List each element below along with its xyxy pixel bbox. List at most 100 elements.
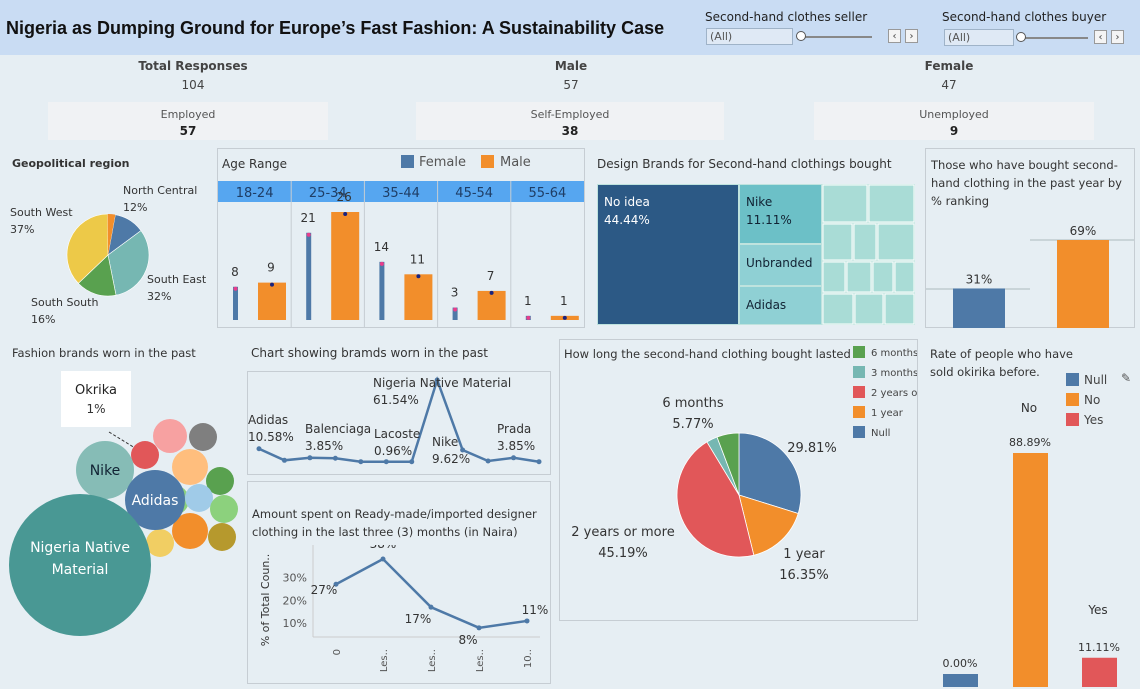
- seller-next-button[interactable]: ›: [905, 29, 918, 43]
- seller-filter-label: Second-hand clothes seller: [705, 10, 868, 24]
- buyer-filter-select[interactable]: (All): [944, 29, 1014, 46]
- seller-prev-button[interactable]: ‹: [888, 29, 901, 43]
- kpi-unemployed-card: Unemployed 9: [814, 102, 1094, 140]
- buyer-prev-button[interactable]: ‹: [1094, 30, 1107, 44]
- kpi-employed-card: Employed 57: [48, 102, 328, 140]
- age-bar-female-1: [306, 232, 312, 320]
- amount-x-tick-3: Les..: [475, 649, 486, 672]
- age-category-3: 45-54: [455, 186, 493, 201]
- tree-value-nike: 11.11%: [746, 213, 792, 227]
- kpi-unemployed-label: Unemployed: [919, 108, 989, 121]
- amount-line-path: [335, 557, 528, 630]
- brands-line-point-9: [485, 458, 491, 464]
- brands-line-point-4: [358, 459, 364, 465]
- lasted-legend-label-1: 3 months: [871, 368, 917, 379]
- geo-pie-chart: North Central 12% South East 32% South South…: [10, 184, 207, 326]
- amount-x-tick-1: Les..: [379, 649, 390, 672]
- age-legend-female-swatch: [401, 155, 414, 168]
- tree-cell-small-9: [822, 293, 854, 325]
- tree-cell-small-0: [822, 184, 868, 223]
- amount-point-4: [524, 618, 530, 624]
- bubble-chart-title: Fashion brands worn in the past: [12, 346, 196, 360]
- age-marker-male-2: [416, 274, 421, 279]
- bubble-small-2: [131, 441, 159, 469]
- brands-line-label-1: Balenciaga 3.85%: [305, 422, 371, 453]
- tree-label-no-idea: No idea: [604, 195, 650, 209]
- lasted-legend-label-2: 2 years or m...: [871, 388, 917, 399]
- age-category-4: 55-64: [529, 186, 567, 201]
- age-value-female-1: 21: [301, 211, 316, 225]
- lasted-label-2: 2 years or more 45.19%: [571, 525, 674, 561]
- bubble-small-0: [153, 419, 187, 453]
- lasted-label-1: 1 year 16.35%: [779, 547, 829, 583]
- amount-x-tick-4: 10..: [523, 649, 534, 668]
- bubble-nike-label: Nike: [90, 463, 121, 479]
- tree-label-unbranded: Unbranded: [746, 256, 813, 270]
- seller-filter-knob[interactable]: [796, 31, 806, 41]
- age-marker-female-0: [233, 286, 238, 291]
- sold-label-2: 11.11%: [1078, 641, 1120, 654]
- brands-line-label-0: Adidas 10.58%: [248, 413, 294, 444]
- age-value-female-3: 3: [451, 286, 459, 300]
- bought-label-1: 69%: [1070, 224, 1097, 238]
- age-legend-male-swatch: [481, 155, 494, 168]
- sold-header-yes: Yes: [1087, 603, 1107, 617]
- lasted-legend-swatch-0: [853, 346, 865, 358]
- amount-x-tick-0: 0: [332, 649, 343, 655]
- bought-bar-0: [953, 288, 1005, 328]
- buyer-next-button[interactable]: ›: [1111, 30, 1124, 44]
- amount-y-tick-1: 20%: [283, 594, 307, 607]
- sold-label-1: 88.89%: [1009, 436, 1051, 449]
- age-value-female-2: 14: [374, 240, 389, 254]
- tree-cell-small-8: [894, 261, 915, 293]
- age-bar-male-2: [404, 274, 433, 320]
- amount-point-1: [380, 556, 386, 562]
- brands-line-point-1: [281, 457, 287, 463]
- design-chart-title: Design Brands for Second-hand clothings …: [597, 157, 892, 171]
- brands-line-point-6: [409, 459, 415, 465]
- buyer-filter-knob[interactable]: [1016, 32, 1026, 42]
- lasted-legend-swatch-2: [853, 386, 865, 398]
- amount-label-1: 38%: [370, 545, 397, 551]
- seller-filter-slider[interactable]: [800, 36, 872, 38]
- seller-filter-select[interactable]: (All): [706, 28, 793, 45]
- tree-label-nike: Nike: [746, 195, 772, 209]
- tree-cell-small-2: [822, 223, 853, 261]
- geo-chart-title: Geopolitical region: [12, 157, 130, 170]
- tree-cell-small-1: [868, 184, 915, 223]
- amount-point-2: [428, 604, 434, 610]
- brands-line-point-0: [256, 446, 262, 452]
- amount-label-3: 8%: [458, 633, 477, 647]
- kpi-female-value: 47: [941, 78, 957, 92]
- sold-label-0: 0.00%: [943, 657, 978, 670]
- age-value-male-3: 7: [487, 269, 495, 283]
- dashboard-title: Nigeria as Dumping Ground for Europe’s F…: [6, 18, 665, 38]
- amount-label-0: 27%: [311, 583, 338, 597]
- age-marker-male-0: [270, 282, 274, 287]
- lasted-legend-swatch-1: [853, 366, 865, 378]
- bubble-tooltip-value: 1%: [86, 402, 105, 416]
- bubble-small-10: [146, 529, 174, 557]
- tree-cell-small-5: [822, 261, 846, 293]
- age-bar-male-1: [331, 212, 360, 320]
- geo-label-2: South South 16%: [31, 296, 98, 326]
- lasted-legend-label-3: 1 year: [871, 408, 904, 419]
- sold-legend-swatch-0: [1066, 373, 1079, 386]
- geo-label-1: South East 32%: [147, 273, 207, 303]
- tree-label-adidas: Adidas: [746, 298, 786, 312]
- age-marker-female-4: [526, 315, 531, 320]
- buyer-filter-label: Second-hand clothes buyer: [942, 10, 1107, 24]
- age-bar-female-2: [379, 261, 385, 320]
- tree-cell-small-7: [872, 261, 894, 293]
- buyer-filter-slider[interactable]: [1020, 37, 1088, 39]
- age-marker-female-3: [453, 307, 458, 312]
- age-bar-male-3: [477, 290, 506, 320]
- sold-header-no: No: [1021, 401, 1037, 415]
- brands-line-point-2: [307, 455, 313, 461]
- bought-chart-title: Those who have bought second-hand clothi…: [931, 158, 1122, 208]
- sold-bar-1: [1013, 453, 1048, 687]
- kpi-female-label: Female: [924, 59, 974, 73]
- tree-cell-small-4: [877, 223, 915, 261]
- kpi-unemployed-value: 9: [949, 124, 959, 138]
- lasted-legend-swatch-3: [853, 406, 865, 418]
